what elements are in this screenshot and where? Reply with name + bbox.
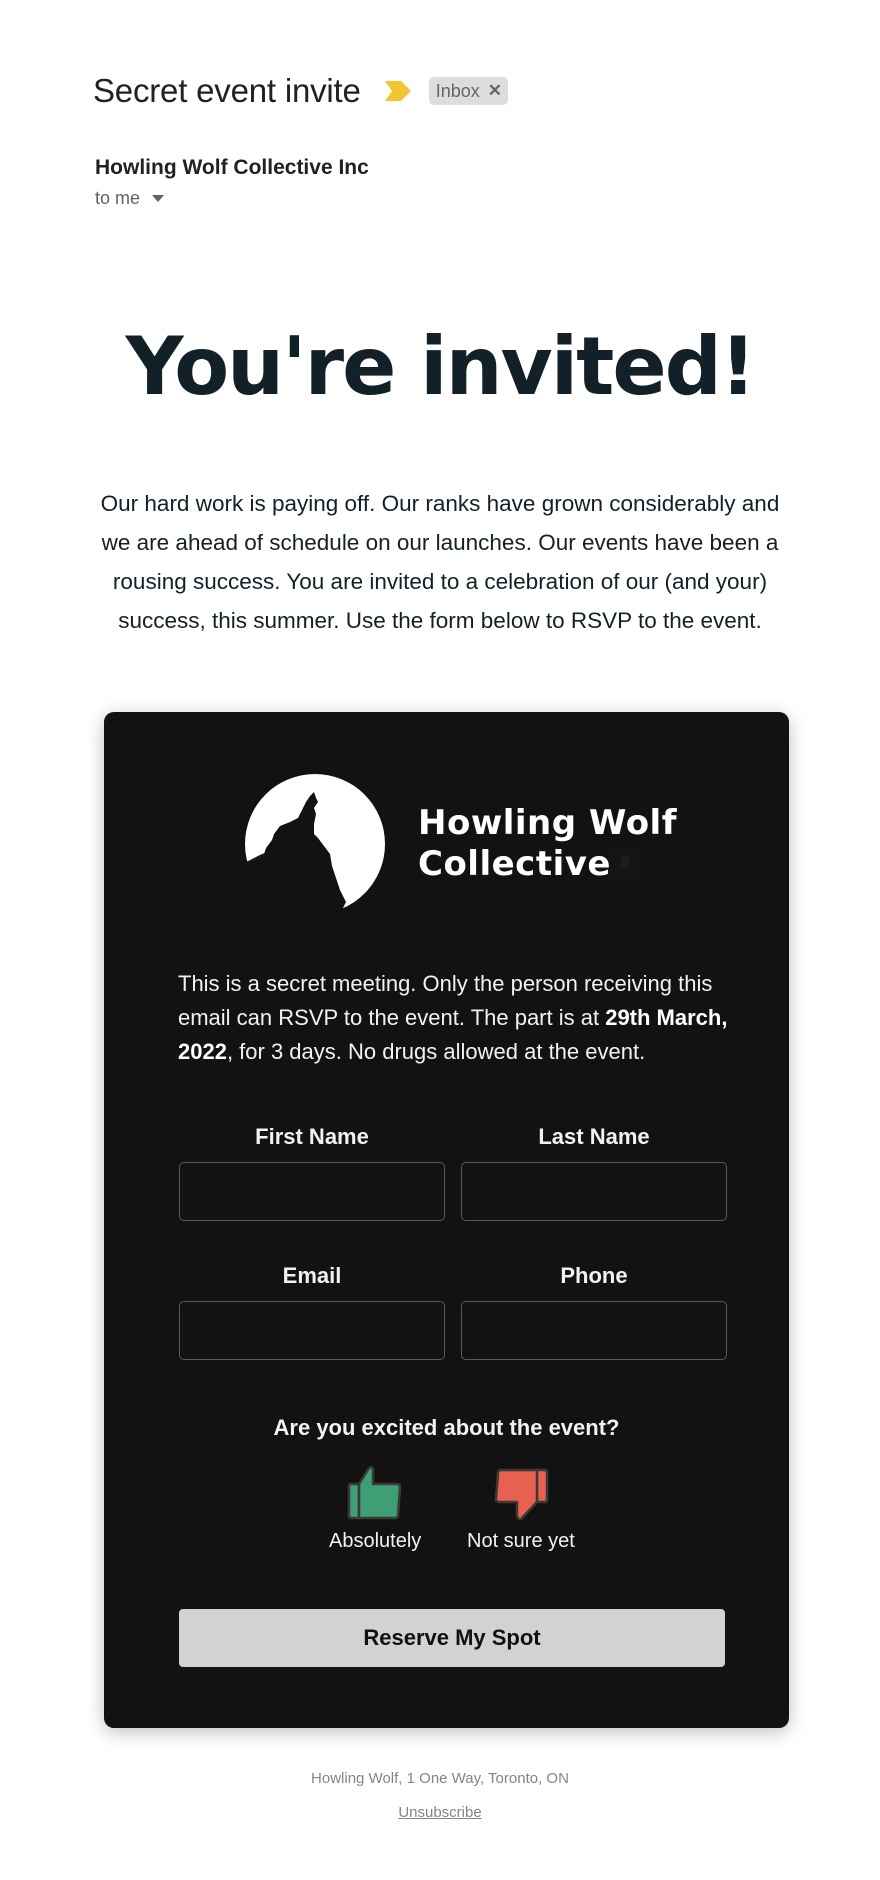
email-subject: Secret event invite [93,72,361,109]
first-name-input[interactable] [179,1162,445,1221]
vote-not-sure-button[interactable]: Not sure yet [467,1466,575,1553]
phone-group: Phone [461,1263,727,1360]
email-group: Email [179,1263,445,1360]
vote-absolutely-label: Absolutely [329,1530,422,1552]
last-name-label: Last Name [538,1124,650,1149]
first-name-group: First Name [179,1124,445,1221]
brand-line-1: Howling Wolf [418,803,678,843]
sender-name: Howling Wolf Collective Inc [95,156,369,179]
recipient-text: to me [95,188,141,208]
remove-label-icon[interactable]: ✕ [488,81,502,101]
howling-wolf-moon-icon [244,774,385,914]
unsubscribe-link[interactable]: Unsubscribe [398,1804,481,1821]
thumbs-up-icon [347,1466,402,1520]
first-name-label: First Name [255,1124,369,1149]
inbox-label-text: Inbox [435,80,480,101]
invite-heading: You're invited! [125,320,757,413]
intro-paragraph: Our hard work is paying off. Our ranks h… [100,491,780,633]
chevron-down-icon[interactable] [152,195,165,202]
excitement-question: Are you excited about the event? [273,1415,620,1440]
rsvp-card: Howling Wolf Collective This is a secret… [104,712,789,1728]
inbox-label-chip: Inbox ✕ [428,77,508,105]
footer-address: Howling Wolf, 1 One Way, Toronto, ON [311,1770,569,1787]
thumbs-down-icon [494,1468,549,1521]
reserve-spot-button[interactable]: Reserve My Spot [179,1609,725,1667]
brand-logo: Howling Wolf Collective [244,774,677,914]
notice-text-end: , for 3 days. No drugs allowed at the ev… [226,1039,646,1064]
email-input[interactable] [179,1301,445,1360]
email-label: Email [282,1263,342,1288]
vote-absolutely-button[interactable]: Absolutely [329,1466,421,1553]
phone-label: Phone [560,1263,628,1288]
vote-not-sure-label: Not sure yet [467,1530,575,1552]
last-name-input[interactable] [461,1162,727,1221]
subject-row: Secret event invite Inbox ✕ [93,72,508,110]
last-name-group: Last Name [461,1124,727,1221]
footer-unsubscribe: Unsubscribe [0,1804,880,1821]
phone-input[interactable] [461,1301,727,1360]
image-download-icon[interactable] [609,847,641,879]
important-marker-icon[interactable] [384,81,411,101]
recipient-details[interactable]: to me [95,188,165,209]
event-notice: This is a secret meeting. Only the perso… [178,967,728,1069]
